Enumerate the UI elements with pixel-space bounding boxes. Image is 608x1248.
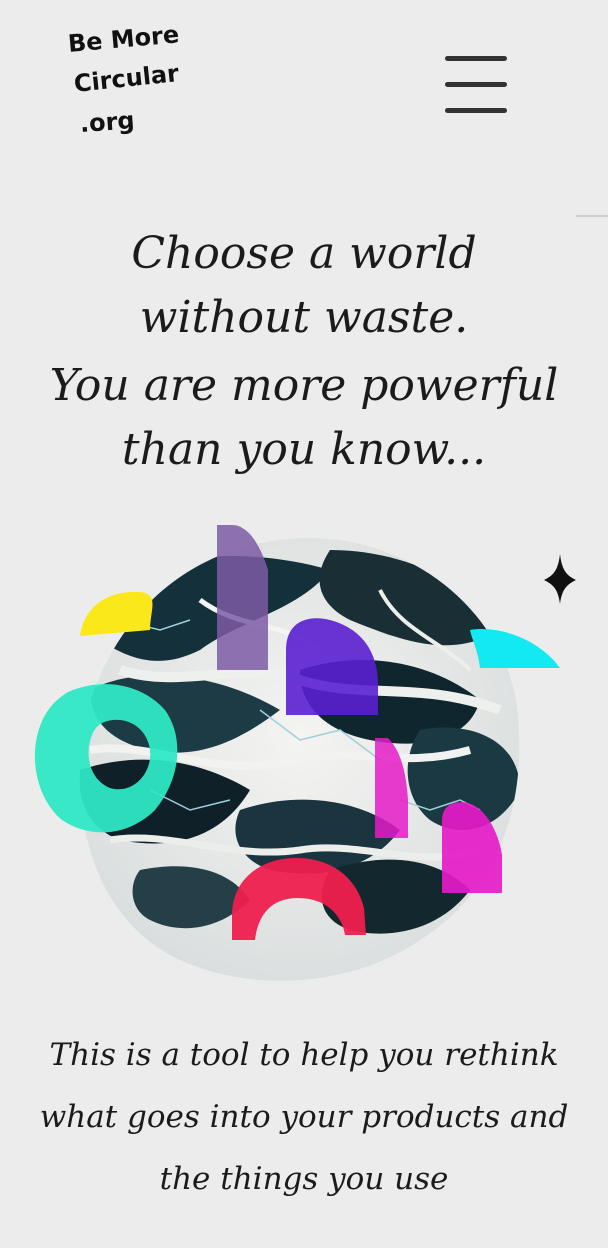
collage-globe-illustration bbox=[34, 525, 576, 981]
hero-heading: Choose a world without waste. You are mo… bbox=[40, 222, 568, 482]
tool-description: This is a tool to help you rethink what … bbox=[39, 1037, 569, 1197]
hero-headline: Choose a world without waste. bbox=[131, 228, 477, 343]
hero-subheadline: You are more powerful than you know... bbox=[49, 360, 559, 475]
hamburger-menu-icon-bar bbox=[445, 108, 507, 113]
logo-line-3: .org bbox=[79, 106, 136, 138]
divider bbox=[576, 215, 608, 217]
site-logo[interactable]: Be More Circular .org bbox=[64, 20, 204, 144]
menu-button[interactable] bbox=[438, 50, 514, 122]
hamburger-menu-icon-bar bbox=[445, 82, 507, 87]
hamburger-menu-icon bbox=[445, 56, 507, 61]
